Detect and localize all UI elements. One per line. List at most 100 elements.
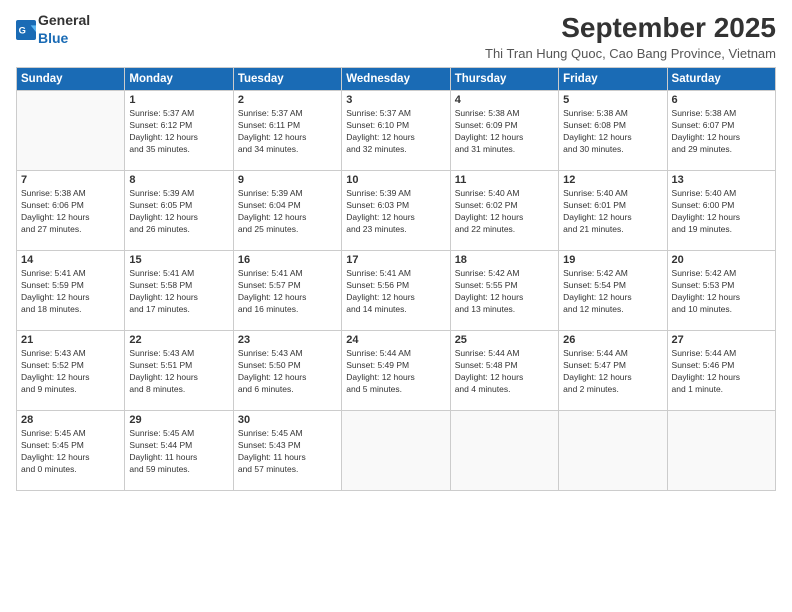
calendar-cell: 5 Sunrise: 5:38 AM Sunset: 6:08 PM Daylig… bbox=[559, 91, 667, 171]
day-info: Sunrise: 5:38 AM Sunset: 6:07 PM Dayligh… bbox=[672, 108, 771, 156]
calendar-cell: 18Sunrise: 5:42 AM Sunset: 5:55 PM Dayli… bbox=[450, 251, 558, 331]
day-info: Sunrise: 5:45 AM Sunset: 5:44 PM Dayligh… bbox=[129, 428, 228, 476]
header-sunday: Sunday bbox=[17, 68, 125, 91]
day-info: Sunrise: 5:41 AM Sunset: 5:56 PM Dayligh… bbox=[346, 268, 445, 316]
day-number: 12 bbox=[563, 174, 662, 186]
day-info: Sunrise: 5:37 AM Sunset: 6:10 PM Dayligh… bbox=[346, 108, 445, 156]
calendar-cell bbox=[667, 411, 775, 491]
day-number: 2 bbox=[238, 94, 337, 106]
day-number: 23 bbox=[238, 334, 337, 346]
calendar-cell: 14 Sunrise: 5:41 AM Sunset: 5:59 PM Dayli… bbox=[17, 251, 125, 331]
header-friday: Friday bbox=[559, 68, 667, 91]
day-info: Sunrise: 5:38 AM Sunset: 6:09 PM Dayligh… bbox=[455, 108, 554, 156]
calendar-cell: 11 Sunrise: 5:40 AM Sunset: 6:02 PM Dayli… bbox=[450, 171, 558, 251]
day-info: Sunrise: 5:38 AM Sunset: 6:06 PM Dayligh… bbox=[21, 188, 120, 236]
header-thursday: Thursday bbox=[450, 68, 558, 91]
day-number: 29 bbox=[129, 414, 228, 426]
day-info: Sunrise: 5:40 AM Sunset: 6:01 PM Dayligh… bbox=[563, 188, 662, 236]
calendar-cell: 24Sunrise: 5:44 AM Sunset: 5:49 PM Dayli… bbox=[342, 331, 450, 411]
logo-blue: Blue bbox=[38, 30, 68, 46]
calendar-week-3: 14 Sunrise: 5:41 AM Sunset: 5:59 PM Dayli… bbox=[17, 251, 776, 331]
day-number: 30 bbox=[238, 414, 337, 426]
page: G General Blue September 2025 Thi Tran H… bbox=[0, 0, 792, 503]
calendar-cell: 15Sunrise: 5:41 AM Sunset: 5:58 PM Dayli… bbox=[125, 251, 233, 331]
day-info: Sunrise: 5:45 AM Sunset: 5:43 PM Dayligh… bbox=[238, 428, 337, 476]
day-number: 18 bbox=[455, 254, 554, 266]
calendar-cell: 17Sunrise: 5:41 AM Sunset: 5:56 PM Dayli… bbox=[342, 251, 450, 331]
calendar-cell: 19Sunrise: 5:42 AM Sunset: 5:54 PM Dayli… bbox=[559, 251, 667, 331]
day-number: 7 bbox=[21, 174, 120, 186]
day-number: 5 bbox=[563, 94, 662, 106]
day-number: 25 bbox=[455, 334, 554, 346]
calendar-cell: 7 Sunrise: 5:38 AM Sunset: 6:06 PM Daylig… bbox=[17, 171, 125, 251]
day-info: Sunrise: 5:41 AM Sunset: 5:58 PM Dayligh… bbox=[129, 268, 228, 316]
day-number: 10 bbox=[346, 174, 445, 186]
day-info: Sunrise: 5:37 AM Sunset: 6:11 PM Dayligh… bbox=[238, 108, 337, 156]
day-number: 6 bbox=[672, 94, 771, 106]
calendar-header: Sunday Monday Tuesday Wednesday Thursday… bbox=[17, 68, 776, 91]
calendar-cell: 2 Sunrise: 5:37 AM Sunset: 6:11 PM Daylig… bbox=[233, 91, 341, 171]
calendar-cell: 23Sunrise: 5:43 AM Sunset: 5:50 PM Dayli… bbox=[233, 331, 341, 411]
day-info: Sunrise: 5:44 AM Sunset: 5:46 PM Dayligh… bbox=[672, 348, 771, 396]
day-number: 13 bbox=[672, 174, 771, 186]
logo: G General Blue bbox=[16, 12, 90, 48]
calendar-cell: 28 Sunrise: 5:45 AM Sunset: 5:45 PM Dayli… bbox=[17, 411, 125, 491]
calendar-week-2: 7 Sunrise: 5:38 AM Sunset: 6:06 PM Daylig… bbox=[17, 171, 776, 251]
calendar-cell: 26 Sunrise: 5:44 AM Sunset: 5:47 PM Dayli… bbox=[559, 331, 667, 411]
calendar-cell: 29 Sunrise: 5:45 AM Sunset: 5:44 PM Dayli… bbox=[125, 411, 233, 491]
header-row: Sunday Monday Tuesday Wednesday Thursday… bbox=[17, 68, 776, 91]
day-number: 21 bbox=[21, 334, 120, 346]
calendar-week-4: 21 Sunrise: 5:43 AM Sunset: 5:52 PM Dayli… bbox=[17, 331, 776, 411]
day-info: Sunrise: 5:43 AM Sunset: 5:51 PM Dayligh… bbox=[129, 348, 228, 396]
day-number: 28 bbox=[21, 414, 120, 426]
day-number: 14 bbox=[21, 254, 120, 266]
calendar-cell: 25Sunrise: 5:44 AM Sunset: 5:48 PM Dayli… bbox=[450, 331, 558, 411]
calendar-cell: 6 Sunrise: 5:38 AM Sunset: 6:07 PM Daylig… bbox=[667, 91, 775, 171]
calendar-cell bbox=[342, 411, 450, 491]
header-monday: Monday bbox=[125, 68, 233, 91]
calendar-cell: 10 Sunrise: 5:39 AM Sunset: 6:03 PM Dayli… bbox=[342, 171, 450, 251]
title-section: September 2025 Thi Tran Hung Quoc, Cao B… bbox=[485, 12, 776, 61]
header: G General Blue September 2025 Thi Tran H… bbox=[16, 12, 776, 61]
day-info: Sunrise: 5:42 AM Sunset: 5:54 PM Dayligh… bbox=[563, 268, 662, 316]
calendar-cell: 4 Sunrise: 5:38 AM Sunset: 6:09 PM Daylig… bbox=[450, 91, 558, 171]
day-number: 11 bbox=[455, 174, 554, 186]
subtitle: Thi Tran Hung Quoc, Cao Bang Province, V… bbox=[485, 46, 776, 61]
day-info: Sunrise: 5:40 AM Sunset: 6:00 PM Dayligh… bbox=[672, 188, 771, 236]
month-title: September 2025 bbox=[485, 12, 776, 44]
day-number: 24 bbox=[346, 334, 445, 346]
day-info: Sunrise: 5:38 AM Sunset: 6:08 PM Dayligh… bbox=[563, 108, 662, 156]
calendar-cell bbox=[450, 411, 558, 491]
calendar-table: Sunday Monday Tuesday Wednesday Thursday… bbox=[16, 67, 776, 491]
calendar-cell bbox=[17, 91, 125, 171]
day-number: 27 bbox=[672, 334, 771, 346]
day-number: 22 bbox=[129, 334, 228, 346]
day-number: 16 bbox=[238, 254, 337, 266]
calendar-cell: 8Sunrise: 5:39 AM Sunset: 6:05 PM Daylig… bbox=[125, 171, 233, 251]
calendar-cell: 12 Sunrise: 5:40 AM Sunset: 6:01 PM Dayli… bbox=[559, 171, 667, 251]
day-info: Sunrise: 5:37 AM Sunset: 6:12 PM Dayligh… bbox=[129, 108, 228, 156]
calendar-cell: 13 Sunrise: 5:40 AM Sunset: 6:00 PM Dayli… bbox=[667, 171, 775, 251]
day-info: Sunrise: 5:41 AM Sunset: 5:59 PM Dayligh… bbox=[21, 268, 120, 316]
calendar-cell: 16Sunrise: 5:41 AM Sunset: 5:57 PM Dayli… bbox=[233, 251, 341, 331]
calendar-week-1: 1Sunrise: 5:37 AM Sunset: 6:12 PM Daylig… bbox=[17, 91, 776, 171]
day-info: Sunrise: 5:45 AM Sunset: 5:45 PM Dayligh… bbox=[21, 428, 120, 476]
day-info: Sunrise: 5:39 AM Sunset: 6:04 PM Dayligh… bbox=[238, 188, 337, 236]
day-number: 3 bbox=[346, 94, 445, 106]
calendar-cell: 20Sunrise: 5:42 AM Sunset: 5:53 PM Dayli… bbox=[667, 251, 775, 331]
day-info: Sunrise: 5:39 AM Sunset: 6:03 PM Dayligh… bbox=[346, 188, 445, 236]
day-number: 26 bbox=[563, 334, 662, 346]
header-tuesday: Tuesday bbox=[233, 68, 341, 91]
day-info: Sunrise: 5:43 AM Sunset: 5:52 PM Dayligh… bbox=[21, 348, 120, 396]
day-info: Sunrise: 5:44 AM Sunset: 5:47 PM Dayligh… bbox=[563, 348, 662, 396]
calendar-week-5: 28 Sunrise: 5:45 AM Sunset: 5:45 PM Dayli… bbox=[17, 411, 776, 491]
calendar-cell: 1Sunrise: 5:37 AM Sunset: 6:12 PM Daylig… bbox=[125, 91, 233, 171]
calendar-cell: 21 Sunrise: 5:43 AM Sunset: 5:52 PM Dayli… bbox=[17, 331, 125, 411]
day-info: Sunrise: 5:39 AM Sunset: 6:05 PM Dayligh… bbox=[129, 188, 228, 236]
day-info: Sunrise: 5:40 AM Sunset: 6:02 PM Dayligh… bbox=[455, 188, 554, 236]
calendar-cell: 22 Sunrise: 5:43 AM Sunset: 5:51 PM Dayli… bbox=[125, 331, 233, 411]
header-wednesday: Wednesday bbox=[342, 68, 450, 91]
calendar-body: 1Sunrise: 5:37 AM Sunset: 6:12 PM Daylig… bbox=[17, 91, 776, 491]
day-number: 4 bbox=[455, 94, 554, 106]
day-info: Sunrise: 5:42 AM Sunset: 5:53 PM Dayligh… bbox=[672, 268, 771, 316]
